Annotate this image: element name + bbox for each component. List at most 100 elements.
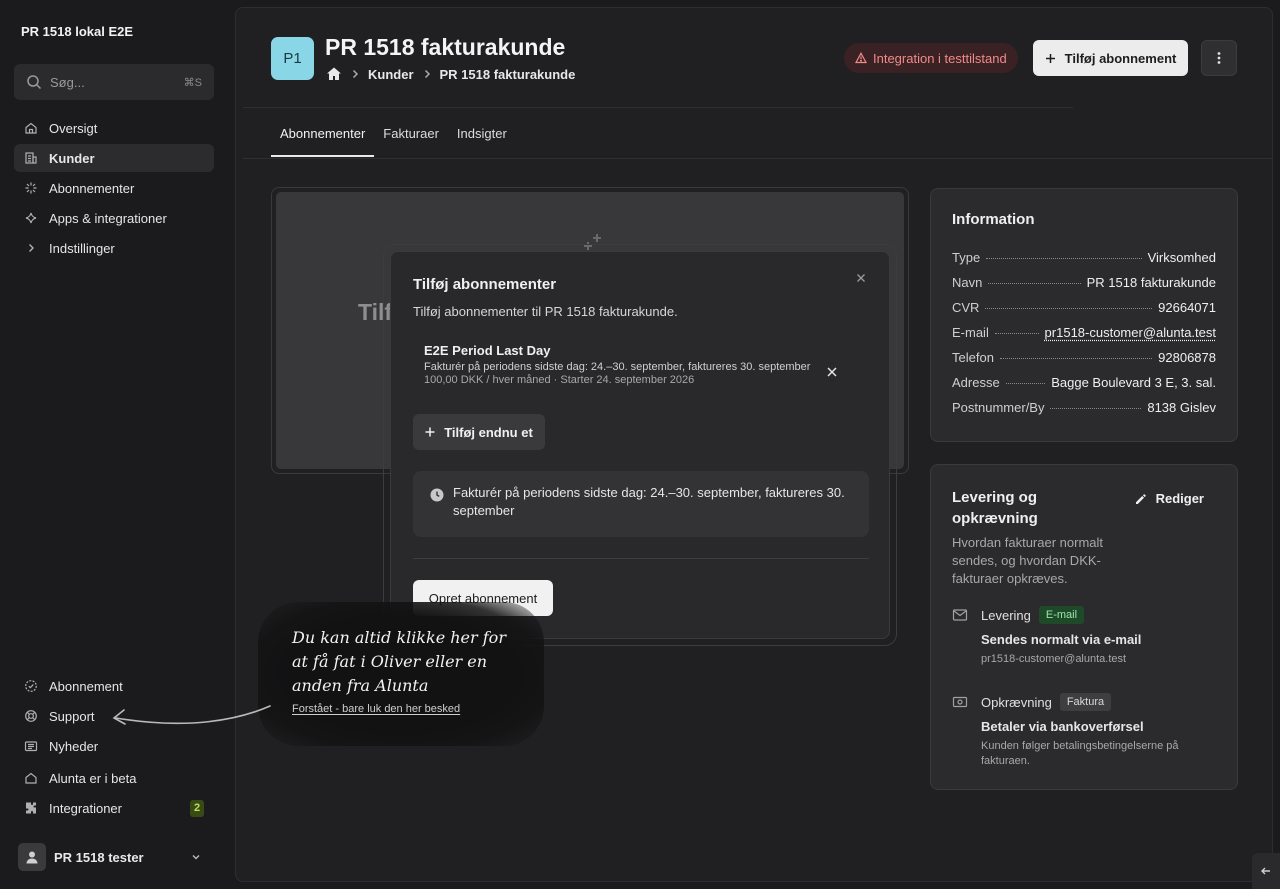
opkraevning-section: Opkrævning Faktura Betaler via bankoverf… — [952, 693, 1216, 769]
opkraevning-label: Opkrævning — [981, 694, 1052, 710]
close-icon[interactable] — [855, 272, 867, 284]
levering-main: Sendes normalt via e-mail — [981, 632, 1142, 647]
info-row-email: E-mail pr1518-customer@alunta.test — [952, 325, 1216, 340]
info-row-adresse: Adresse Bagge Boulevard 3 E, 3. sal. — [952, 375, 1216, 390]
delivery-title: Levering og opkrævning — [952, 489, 1038, 527]
opkraevning-sub: Kunden følger betalingsbetingelserne på … — [981, 740, 1179, 767]
tab-fakturaer[interactable]: Fakturaer — [374, 116, 448, 156]
sidebar-item-label: Abonnement — [49, 678, 123, 694]
info-row-cvr: CVR 92664071 — [952, 300, 1216, 315]
banknote-icon — [952, 694, 968, 710]
breadcrumb: Kunder PR 1518 fakturakunde — [326, 66, 575, 82]
breadcrumb-current: PR 1518 fakturakunde — [439, 66, 576, 82]
sidebar-item-label: Abonnementer — [49, 180, 135, 196]
sidebar-item-apps[interactable]: Apps & integrationer — [14, 204, 214, 232]
org-name[interactable]: PR 1518 lokal E2E — [21, 24, 133, 39]
levering-sub: pr1518-customer@alunta.test — [981, 653, 1127, 665]
lifebuoy-icon — [24, 709, 38, 723]
information-card: Information Type Virksomhed Navn PR 1518 f… — [930, 188, 1238, 442]
tab-indsigter[interactable]: Indsigter — [448, 116, 516, 156]
sidebar-item-kunder[interactable]: Kunder — [14, 144, 214, 172]
bottom-nav: Abonnement Support Nyheder Alunta er i b… — [14, 672, 214, 824]
sidebar-item-abonnementer[interactable]: Abonnementer — [14, 174, 214, 202]
sidebar-item-oversigt[interactable]: Oversigt — [14, 114, 214, 142]
user-name: PR 1518 tester — [54, 849, 144, 865]
chevron-right-icon — [421, 68, 433, 80]
add-another-label: Tilføj endnu et — [444, 424, 533, 440]
billing-note-text: Fakturér på periodens sidste dag: 24.–30… — [453, 485, 845, 518]
sidebar-item-label: Alunta er i beta — [49, 770, 137, 786]
sidebar-item-nyheder[interactable]: Nyheder — [14, 732, 214, 760]
info-row-postnummer: Postnummer/By 8138 Gislev — [952, 400, 1216, 415]
user-menu[interactable]: PR 1518 tester — [18, 843, 214, 871]
help-note-text: Du kan altid klikke her for at få fat i … — [292, 628, 506, 695]
add-another-button[interactable]: Tilføj endnu et — [413, 414, 545, 450]
plus-icon — [425, 427, 435, 437]
subscription-price: 100,00 DKK / hver måned · Starter 24. se… — [424, 374, 695, 386]
information-title: Information — [952, 211, 1035, 228]
billing-note: Fakturér på periodens sidste dag: 24.–30… — [413, 471, 869, 537]
pencil-icon — [1135, 493, 1147, 505]
email-tag: E-mail — [1038, 606, 1085, 624]
chevron-right-icon — [24, 241, 38, 255]
delivery-description: Hvordan fakturaer normalt sendes, og hvo… — [952, 535, 1104, 586]
sidebar-item-label: Oversigt — [49, 120, 98, 136]
sidebar: PR 1518 lokal E2E Søg... ⌘S Oversigt Kun… — [0, 0, 234, 889]
add-subscription-label: Tilføj abonnement — [1064, 50, 1177, 66]
info-row-navn: Navn PR 1518 fakturakunde — [952, 275, 1216, 290]
tab-bar: Abonnementer Fakturaer Indsigter — [271, 116, 516, 157]
sidebar-item-label: Support — [49, 708, 95, 724]
dismiss-help-link[interactable]: Forstået - bare luk den her besked — [292, 703, 460, 715]
levering-label: Levering — [981, 607, 1031, 623]
delivery-card: Levering og opkrævning Rediger Hvordan f… — [930, 464, 1238, 790]
breadcrumb-kunder[interactable]: Kunder — [368, 67, 414, 82]
test-mode-badge[interactable]: Integration i testtilstand — [844, 43, 1018, 73]
edit-label: Rediger — [1155, 491, 1204, 506]
sidebar-item-label: Indstillinger — [49, 240, 115, 256]
newspaper-icon — [24, 739, 38, 753]
chevron-down-icon — [190, 851, 202, 863]
sidebar-item-abonnement[interactable]: Abonnement — [14, 672, 214, 700]
subscription-name: E2E Period Last Day — [424, 343, 551, 358]
sidebar-item-beta[interactable]: Alunta er i beta — [14, 764, 214, 792]
subscription-description: Fakturér på periodens sidste dag: 24.–30… — [424, 361, 811, 373]
home-icon — [24, 121, 38, 135]
avatar — [18, 843, 46, 871]
sidebar-item-label: Integrationer — [49, 800, 122, 816]
puzzle-icon — [24, 801, 38, 815]
clock-icon — [430, 488, 444, 502]
levering-section: Levering E-mail Sendes normalt via e-mai… — [952, 606, 1216, 667]
search-box[interactable]: Søg... ⌘S — [14, 64, 214, 100]
add-subscriptions-dialog: Tilføj abonnementer Tilføj abonnementer … — [383, 244, 897, 646]
info-row-type: Type Virksomhed — [952, 250, 1216, 265]
arrow-left-icon — [1261, 867, 1270, 875]
collapse-panel-button[interactable] — [1252, 853, 1280, 889]
search-icon — [26, 74, 42, 90]
main-nav: Oversigt Kunder Abonnementer Apps & inte… — [14, 114, 214, 264]
integrations-count-badge: 2 — [190, 799, 204, 817]
house-beta-icon — [24, 771, 38, 785]
opkraevning-main: Betaler via bankoverførsel — [981, 719, 1144, 734]
more-actions-button[interactable] — [1201, 40, 1237, 76]
home-icon[interactable] — [326, 66, 342, 82]
sidebar-item-integrationer[interactable]: Integrationer 2 — [14, 794, 214, 822]
user-icon — [26, 851, 38, 864]
customer-avatar: P1 — [271, 37, 314, 80]
dialog-title: Tilføj abonnementer — [413, 276, 557, 293]
info-row-telefon: Telefon 92806878 — [952, 350, 1216, 365]
pointer-arrow-icon — [112, 705, 271, 725]
email-link[interactable]: pr1518-customer@alunta.test — [1045, 325, 1216, 340]
divider — [413, 558, 869, 559]
page-title: PR 1518 fakturakunde — [325, 34, 566, 60]
test-mode-label: Integration i testtilstand — [873, 50, 1007, 66]
sparkle-icon — [24, 181, 38, 195]
edit-button[interactable]: Rediger — [1135, 487, 1216, 506]
remove-subscription-icon[interactable] — [827, 367, 837, 377]
kebab-menu-icon — [1217, 52, 1221, 64]
tab-abonnementer[interactable]: Abonnementer — [271, 116, 375, 157]
add-subscription-button[interactable]: Tilføj abonnement — [1033, 40, 1188, 76]
chevron-right-icon — [349, 68, 361, 80]
plus-icon — [1045, 53, 1056, 64]
sidebar-item-indstillinger[interactable]: Indstillinger — [14, 234, 214, 262]
sidebar-item-label: Kunder — [49, 150, 95, 166]
